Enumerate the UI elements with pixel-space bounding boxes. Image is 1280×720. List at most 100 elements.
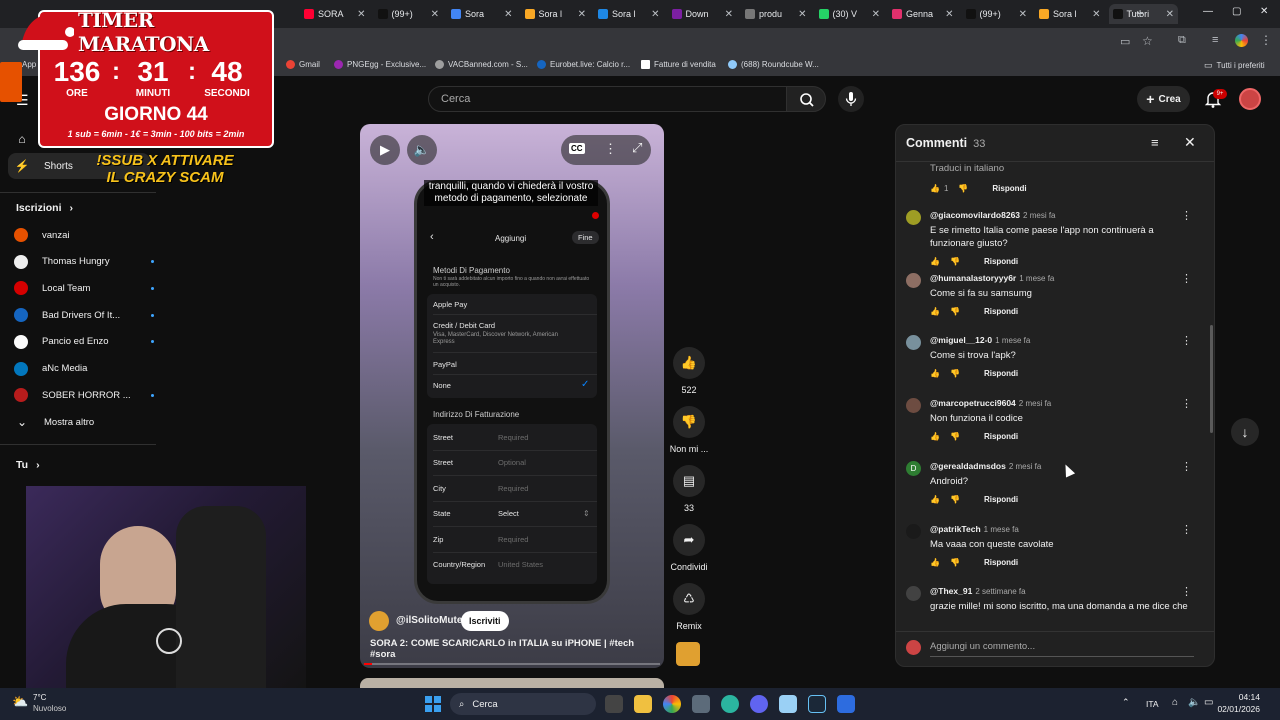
commenter-handle[interactable]: @Thex_91 2 settimane fa [930,586,1026,596]
thumbs-up-icon[interactable]: 👍 [930,432,940,441]
audio-thumbnail[interactable] [676,642,700,666]
browser-tab[interactable]: Genna ✕ [888,4,958,24]
tab-close-icon[interactable]: ✕ [1019,9,1027,20]
account-avatar[interactable] [1239,88,1261,110]
more-options-icon[interactable]: ⋮ [604,141,617,157]
thumbs-down-icon[interactable]: 👎 [958,184,968,193]
sidebar-channel[interactable]: Pancio ed Enzo [14,331,154,353]
thumbs-down-icon[interactable]: 👎 [950,495,960,504]
sidebar-channel[interactable]: Local Team [14,277,154,299]
comment-menu-icon[interactable]: ⋮ [1181,523,1192,536]
browser-tab[interactable]: SORA ✕ [300,4,370,24]
progress-track[interactable] [364,663,660,665]
channel-avatar[interactable] [369,611,389,631]
tab-close-icon[interactable]: ✕ [945,9,953,20]
windows-start-icon[interactable] [425,696,441,712]
thumbs-down-icon[interactable]: 👎 [950,369,960,378]
app-icon[interactable] [779,695,797,713]
reply-button[interactable]: Rispondi [984,257,1018,266]
browser-tab[interactable]: (99+) ✕ [962,4,1032,24]
app-icon[interactable] [837,695,855,713]
commenter-handle[interactable]: @gerealdadmsdos 2 mesi fa [930,461,1041,471]
comments-action[interactable]: ▤ 33 [670,465,708,513]
commenter-handle[interactable]: @miguel__12-0 1 mese fa [930,335,1030,345]
subscribe-button[interactable]: Iscriviti [461,611,509,631]
app-icon[interactable] [721,695,739,713]
commenter-handle[interactable]: @giacomovilardo8263 2 mesi fa [930,210,1056,220]
discord-icon[interactable] [750,695,768,713]
sidebar-channel[interactable]: aNc Media [14,358,154,380]
commenter-handle[interactable]: @patrikTech 1 mese fa [930,524,1019,534]
sort-icon[interactable]: ≡ [1151,135,1159,150]
tab-close-icon[interactable]: ✕ [357,9,365,20]
browser-tab[interactable]: Down ✕ [668,4,738,24]
weather-icon[interactable]: ⛅ [12,694,28,710]
clock-date[interactable]: 02/01/2026 [1208,704,1260,714]
sidebar-channel[interactable]: vanzai [14,224,154,246]
browser-tab[interactable]: Sora l ✕ [521,4,591,24]
sidebar-channel[interactable]: SOBER HORROR ... [14,384,154,406]
tray-chevron-icon[interactable]: ⌃ [1122,697,1130,708]
network-icon[interactable]: ⌂ [1172,697,1178,708]
thumbs-up-icon[interactable]: 👍 [930,369,940,378]
comment-menu-icon[interactable]: ⋮ [1181,209,1192,222]
apps-bookmark[interactable]: App [22,60,36,69]
sidebar-show-more[interactable]: ⌄ Mostra altro [14,411,154,433]
extensions-icon[interactable]: ⧉ [1178,34,1186,47]
menu-icon[interactable]: ⋮ [1260,33,1272,47]
app-icon[interactable] [692,695,710,713]
thumbs-down-icon[interactable]: 👎 [950,558,960,567]
cast-icon[interactable]: ▭ [1120,35,1130,48]
clock-time[interactable]: 04:14 [1222,692,1260,702]
fullscreen-icon[interactable]: ⤢ [632,140,642,156]
search-input[interactable]: Cerca [428,86,788,112]
browser-tab[interactable]: produ ✕ [741,4,811,24]
comment-menu-icon[interactable]: ⋮ [1181,272,1192,285]
new-tab-icon[interactable]: + [1136,5,1144,21]
browser-tab[interactable]: Sora l ✕ [1035,4,1105,24]
commenter-avatar[interactable] [906,272,921,288]
thumbs-up-icon[interactable]: 👍 [930,257,940,266]
reply-button[interactable]: Rispondi [984,369,1018,378]
next-short-preview[interactable] [360,678,664,688]
commenter-avatar[interactable] [906,398,921,414]
tab-close-icon[interactable]: ✕ [872,9,880,20]
maximize-icon[interactable]: ▢ [1232,6,1241,17]
remix-action[interactable]: ♺ Remix [670,583,708,631]
play-button[interactable]: ▶ [370,135,400,165]
sidebar-channel[interactable]: Thomas Hungry [14,251,154,273]
captions-icon[interactable]: CC [569,143,585,154]
tab-close-icon[interactable]: ✕ [725,9,733,20]
tab-close-icon[interactable]: ✕ [1166,9,1174,20]
browser-tab[interactable]: (99+) ✕ [374,4,444,24]
create-button[interactable]: + Crea [1137,86,1190,112]
bookmark-fatture[interactable]: Fatture di vendita [641,60,716,69]
bookmark-eurobet[interactable]: Eurobet.live: Calcio r... [537,60,630,69]
tab-close-icon[interactable]: ✕ [798,9,806,20]
bookmark-pngegg[interactable]: PNGEgg - Exclusive... [334,60,426,69]
reply-button[interactable]: Rispondi [984,307,1018,316]
voice-search-button[interactable] [838,86,864,112]
tab-close-icon[interactable]: ✕ [431,9,439,20]
translate-link[interactable]: Traduci in italiano [930,163,1004,174]
tab-close-icon[interactable]: ✕ [578,9,586,20]
media-icon[interactable]: ≡ [1212,34,1218,46]
thumbs-down-icon[interactable]: 👎 [950,432,960,441]
reply-button[interactable]: Rispondi [992,184,1026,193]
tab-close-icon[interactable]: ✕ [504,9,512,20]
file-explorer-icon[interactable] [634,695,652,713]
tab-close-icon[interactable]: ✕ [1092,9,1100,20]
dislike-action[interactable]: 👎 Non mi ... [670,406,708,454]
next-short-button[interactable]: ↓ [1231,418,1259,446]
thumbs-up-icon[interactable]: 👍 [930,495,940,504]
bookmark-vacbanned[interactable]: VACBanned.com - S... [435,60,528,69]
thumbs-up-icon[interactable]: 👍 [930,558,940,567]
channel-name[interactable]: @ilSolitoMute [396,615,462,626]
reply-button[interactable]: Rispondi [984,558,1018,567]
volume-button[interactable]: 🔈 [407,135,437,165]
browser-tab[interactable]: (30) V ✕ [815,4,885,24]
commenter-avatar[interactable] [906,523,921,539]
chrome-icon[interactable] [663,695,681,713]
bookmark-roundcube[interactable]: (688) Roundcube W... [728,60,819,69]
tab-close-icon[interactable]: ✕ [651,9,659,20]
